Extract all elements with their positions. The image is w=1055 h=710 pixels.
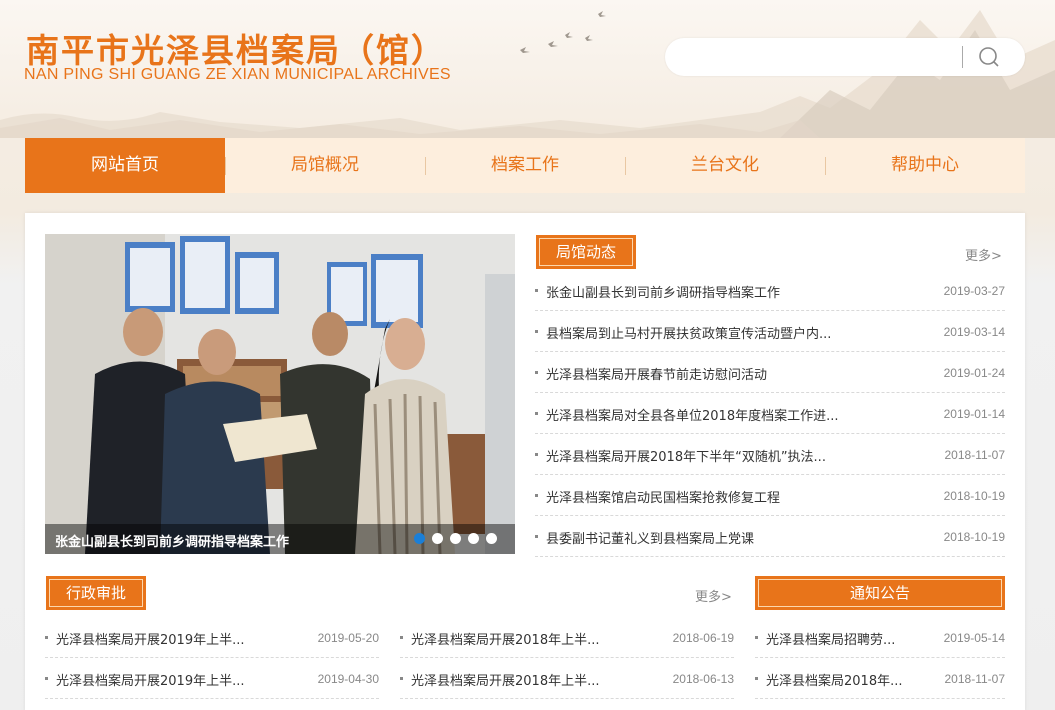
notice-heading-badge: 通知公告 — [755, 576, 1005, 610]
notice-date: 2018-11-07 — [944, 672, 1006, 686]
admin-title: 光泽县档案局开展2018年上半... — [411, 674, 600, 689]
bullet-icon — [535, 289, 538, 292]
list-item[interactable]: 光泽县档案局开展春节前走访慰问活动 2019-01-24 — [535, 352, 1005, 393]
news-title: 县委副书记董礼义到县档案局上党课 — [546, 532, 755, 547]
bullet-icon — [400, 677, 403, 680]
admin-heading: 行政审批 — [65, 584, 126, 602]
admin-date: 2019-05-20 — [317, 631, 379, 645]
bullet-icon — [535, 412, 538, 415]
photo-slider[interactable]: 张金山副县长到司前乡调研指导档案工作 — [45, 234, 515, 554]
nav-divider — [825, 157, 826, 175]
nav-item-archive-work[interactable]: 档案工作 — [425, 138, 625, 193]
nav-label: 帮助中心 — [891, 155, 959, 175]
news-title: 光泽县档案局开展春节前走访慰问活动 — [546, 368, 768, 383]
news-title: 县档案局到止马村开展扶贫政策宣传活动暨户内... — [546, 327, 832, 342]
notice-title: 光泽县档案局2018年... — [766, 674, 903, 689]
list-item[interactable]: 县委副书记董礼义到县档案局上党课 2018-10-19 — [535, 516, 1005, 557]
list-item[interactable]: 光泽县档案局开展2019年上半... 2019-05-20 — [45, 617, 379, 658]
admin-list-col1: 光泽县档案局开展2019年上半... 2019-05-20 光泽县档案局开展201… — [45, 617, 379, 699]
bullet-icon — [535, 535, 538, 538]
bullet-icon — [45, 636, 48, 639]
list-item[interactable]: 光泽县档案局招聘劳... 2019-05-14 — [755, 617, 1005, 658]
news-date: 2019-01-24 — [943, 366, 1005, 380]
site-header: 南平市光泽县档案局（馆） NAN PING SHI GUANG ZE XIAN … — [0, 0, 1055, 138]
list-item[interactable]: 光泽县档案馆启动民国档案抢救修复工程 2018-10-19 — [535, 475, 1005, 516]
nav-divider — [425, 157, 426, 175]
admin-title: 光泽县档案局开展2019年上半... — [56, 674, 245, 689]
nav-item-help[interactable]: 帮助中心 — [825, 138, 1025, 193]
list-item[interactable]: 光泽县档案局开展2019年上半... 2019-04-30 — [45, 658, 379, 699]
slider-dot[interactable] — [486, 533, 497, 544]
site-title-chinese: 南平市光泽县档案局（馆） — [26, 31, 446, 70]
slider-dot[interactable] — [450, 533, 461, 544]
search-button[interactable] — [975, 45, 1003, 69]
news-date: 2018-10-19 — [943, 530, 1005, 544]
news-title: 光泽县档案局开展2018年下半年“双随机”执法... — [546, 450, 826, 465]
site-title-english: NAN PING SHI GUANG ZE XIAN MUNICIPAL ARC… — [24, 66, 451, 83]
nav-label: 档案工作 — [491, 155, 559, 175]
slider-dot[interactable] — [468, 533, 479, 544]
search-divider — [962, 46, 963, 68]
search-input[interactable] — [681, 46, 961, 68]
bullet-icon — [755, 677, 758, 680]
notice-heading: 通知公告 — [849, 584, 910, 602]
news-title: 光泽县档案局对全县各单位2018年度档案工作进... — [546, 409, 839, 424]
slider-dot[interactable] — [432, 533, 443, 544]
nav-label: 兰台文化 — [691, 155, 759, 175]
nav-item-about[interactable]: 局馆概况 — [225, 138, 425, 193]
bullet-icon — [755, 636, 758, 639]
list-item[interactable]: 光泽县档案局对全县各单位2018年度档案工作进... 2019-01-14 — [535, 393, 1005, 434]
admin-date: 2018-06-13 — [672, 672, 734, 686]
list-item[interactable]: 县档案局到止马村开展扶贫政策宣传活动暨户内... 2019-03-14 — [535, 311, 1005, 352]
bullet-icon — [535, 453, 538, 456]
slider-caption-text[interactable]: 张金山副县长到司前乡调研指导档案工作 — [55, 531, 289, 550]
admin-date: 2019-04-30 — [317, 672, 379, 686]
news-date: 2018-11-07 — [944, 448, 1006, 462]
list-item[interactable]: 光泽县档案局开展2018年下半年“双随机”执法... 2018-11-07 — [535, 434, 1005, 475]
bullet-icon — [535, 371, 538, 374]
admin-title: 光泽县档案局开展2019年上半... — [56, 633, 245, 648]
slider-photo — [45, 234, 515, 554]
news-date: 2018-10-19 — [943, 489, 1005, 503]
search-icon — [979, 47, 999, 67]
slider-dot[interactable] — [414, 533, 425, 544]
notice-title: 光泽县档案局招聘劳... — [766, 633, 896, 648]
content-panel: 张金山副县长到司前乡调研指导档案工作 局馆动态 更多> 张金山副县长到司前乡调研… — [25, 213, 1025, 710]
list-item[interactable]: 光泽县档案局开展2018年上半... 2018-06-13 — [400, 658, 734, 699]
admin-title: 光泽县档案局开展2018年上半... — [411, 633, 600, 648]
bullet-icon — [535, 494, 538, 497]
list-item[interactable]: 光泽县档案局开展2018年上半... 2018-06-19 — [400, 617, 734, 658]
nav-divider — [225, 157, 226, 175]
news-heading-badge: 局馆动态 — [536, 235, 636, 269]
nav-label: 网站首页 — [91, 155, 159, 175]
list-item[interactable]: 光泽县档案局2018年... 2018-11-07 — [755, 658, 1005, 699]
news-list: 张金山副县长到司前乡调研指导档案工作 2019-03-27 县档案局到止马村开展扶… — [535, 270, 1005, 557]
bullet-icon — [400, 636, 403, 639]
news-title: 光泽县档案馆启动民国档案抢救修复工程 — [546, 491, 781, 506]
news-title: 张金山副县长到司前乡调研指导档案工作 — [546, 286, 781, 301]
news-date: 2019-03-27 — [943, 284, 1005, 298]
news-heading: 局馆动态 — [555, 243, 616, 261]
admin-list-col2: 光泽县档案局开展2018年上半... 2018-06-19 光泽县档案局开展201… — [400, 617, 734, 699]
admin-more-link[interactable]: 更多> — [695, 586, 732, 605]
news-date: 2019-03-14 — [943, 325, 1005, 339]
slider-caption-bar: 张金山副县长到司前乡调研指导档案工作 — [45, 524, 515, 554]
list-item[interactable]: 张金山副县长到司前乡调研指导档案工作 2019-03-27 — [535, 270, 1005, 311]
nav-label: 局馆概况 — [291, 155, 359, 175]
bullet-icon — [535, 330, 538, 333]
news-date: 2019-01-14 — [943, 407, 1005, 421]
admin-heading-badge: 行政审批 — [46, 576, 146, 610]
notice-date: 2019-05-14 — [943, 631, 1005, 645]
news-more-link[interactable]: 更多> — [965, 245, 1002, 264]
main-nav: 网站首页 局馆概况 档案工作 兰台文化 帮助中心 — [25, 138, 1025, 193]
notice-list: 光泽县档案局招聘劳... 2019-05-14 光泽县档案局2018年... 201… — [755, 617, 1005, 699]
slider-dots — [414, 533, 497, 544]
nav-item-home[interactable]: 网站首页 — [25, 138, 225, 193]
nav-item-culture[interactable]: 兰台文化 — [625, 138, 825, 193]
bullet-icon — [45, 677, 48, 680]
search-box — [665, 38, 1025, 76]
admin-date: 2018-06-19 — [672, 631, 734, 645]
nav-divider — [625, 157, 626, 175]
